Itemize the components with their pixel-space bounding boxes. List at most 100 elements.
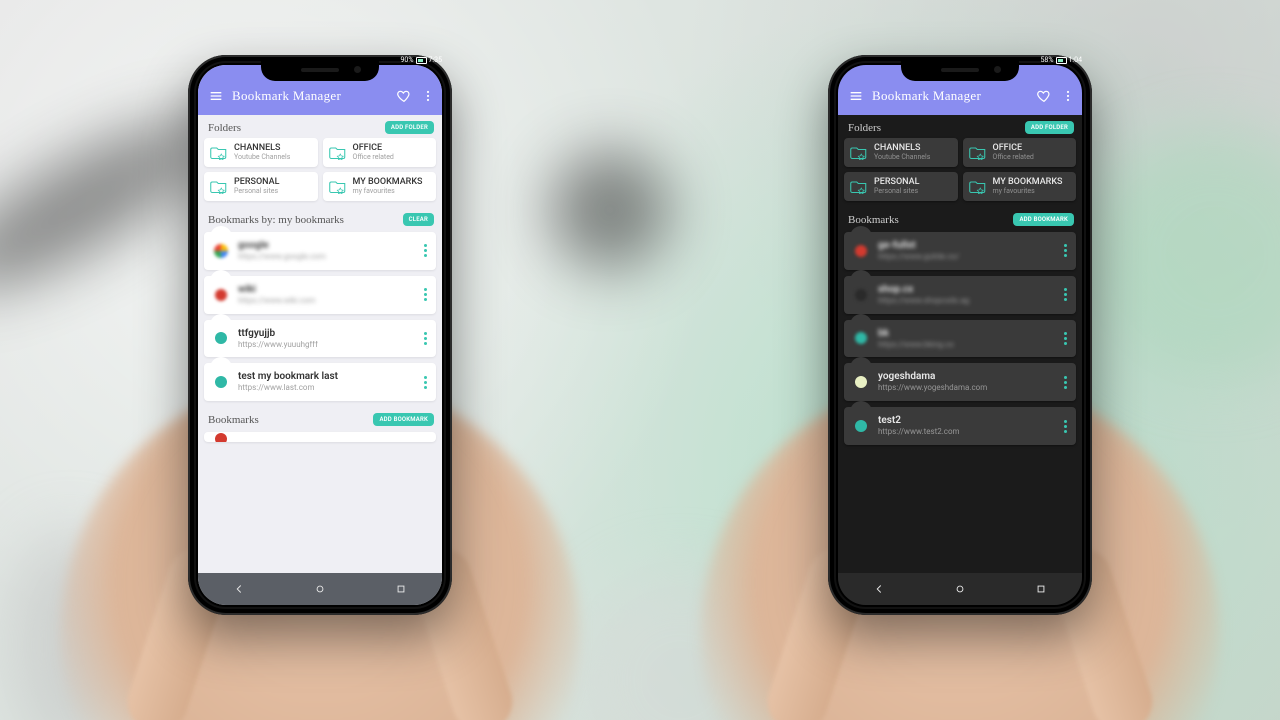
folder-icon [329, 145, 347, 161]
nav-home-icon[interactable] [312, 581, 328, 597]
nav-recent-icon[interactable] [1033, 581, 1049, 597]
folder-title: MY BOOKMARKS [353, 178, 423, 187]
favicon-icon [212, 286, 230, 304]
folder-card[interactable]: OFFICE Office related [963, 138, 1077, 167]
row-more-icon[interactable] [420, 376, 432, 389]
section-head-filtered: Bookmarks by: my bookmarks CLEAR [198, 207, 442, 230]
row-more-icon[interactable] [1060, 420, 1072, 433]
bookmark-title: yogeshdama [878, 371, 1052, 382]
folder-subtitle: Personal sites [234, 188, 279, 195]
folder-card[interactable]: PERSONAL Personal sites [844, 172, 958, 201]
folder-title: OFFICE [353, 144, 394, 153]
bookmark-row[interactable]: shop.cx https://www.shopcxdo.ag [844, 276, 1076, 314]
phone-dark: 58% 1:04 Bookmark Manager [828, 55, 1092, 615]
row-more-icon[interactable] [420, 332, 432, 345]
bookmark-title: wiki [238, 284, 412, 295]
nav-back-icon[interactable] [231, 581, 247, 597]
row-bump [210, 270, 232, 282]
folder-subtitle: Youtube Channels [234, 154, 290, 161]
bookmark-title: test2 [878, 415, 1052, 426]
favicon-icon [852, 286, 870, 304]
menu-icon[interactable] [208, 88, 224, 104]
status-battery-pct: 90% [401, 56, 414, 64]
bookmark-url: https://www.shopcxdo.ag [878, 297, 1052, 306]
phone-light: 90% 7:35 Bookmark Manager [188, 55, 452, 615]
system-navbar [838, 573, 1082, 605]
add-folder-button[interactable]: ADD FOLDER [1025, 121, 1074, 134]
nav-back-icon[interactable] [871, 581, 887, 597]
battery-icon [1056, 57, 1067, 64]
row-more-icon[interactable] [1060, 244, 1072, 257]
status-battery-pct: 58% [1041, 56, 1054, 64]
folder-card[interactable]: PERSONAL Personal sites [204, 172, 318, 201]
app-title: Bookmark Manager [232, 88, 388, 104]
nav-home-icon[interactable] [952, 581, 968, 597]
row-more-icon[interactable] [1060, 332, 1072, 345]
nav-recent-icon[interactable] [393, 581, 409, 597]
row-bump [850, 401, 872, 413]
heart-icon[interactable] [396, 88, 412, 104]
folder-subtitle: Youtube Channels [874, 154, 930, 161]
bookmark-row[interactable]: test2 https://www.test2.com [844, 407, 1076, 445]
folder-card[interactable]: OFFICE Office related [323, 138, 437, 167]
folder-card[interactable]: MY BOOKMARKS my favourites [963, 172, 1077, 201]
folder-subtitle: my favourites [993, 188, 1063, 195]
folder-card[interactable]: CHANNELS Youtube Channels [844, 138, 958, 167]
folder-icon [329, 179, 347, 195]
row-bump [210, 357, 232, 369]
overflow-icon[interactable] [420, 88, 436, 104]
bookmark-url: https://www.gulide.co/ [878, 253, 1052, 262]
row-more-icon[interactable] [420, 244, 432, 257]
bookmark-title: bk [878, 328, 1052, 339]
bookmark-row[interactable]: wiki https://www.wiki.com [204, 276, 436, 314]
folder-icon [850, 145, 868, 161]
folder-card[interactable]: CHANNELS Youtube Channels [204, 138, 318, 167]
heart-icon[interactable] [1036, 88, 1052, 104]
folder-icon [969, 145, 987, 161]
bookmark-url: https://www.yogeshdama.com [878, 384, 1052, 393]
add-bookmark-button[interactable]: ADD BOOKMARK [1013, 213, 1074, 226]
folders-heading: Folders [848, 122, 881, 134]
bookmark-url: https://www.bking.co [878, 341, 1052, 350]
favicon-icon [852, 373, 870, 391]
folder-title: CHANNELS [234, 144, 290, 153]
overflow-icon[interactable] [1060, 88, 1076, 104]
row-bump [850, 357, 872, 369]
row-more-icon[interactable] [1060, 376, 1072, 389]
folder-card[interactable]: MY BOOKMARKS my favourites [323, 172, 437, 201]
bookmark-row-peek[interactable] [204, 432, 436, 442]
row-more-icon[interactable] [1060, 288, 1072, 301]
folder-subtitle: Office related [993, 154, 1034, 161]
bookmark-url: https://www.last.com [238, 384, 412, 393]
system-navbar [198, 573, 442, 605]
folder-icon [210, 179, 228, 195]
folder-subtitle: Office related [353, 154, 394, 161]
bookmark-row[interactable]: yogeshdama https://www.yogeshdama.com [844, 363, 1076, 401]
phone-notch [261, 59, 379, 81]
section-head-folders: Folders ADD FOLDER [198, 115, 442, 138]
bookmark-row[interactable]: test my bookmark last https://www.last.c… [204, 363, 436, 401]
section-head-all: Bookmarks ADD BOOKMARK [198, 407, 442, 430]
status-bar: 90% 7:35 [401, 56, 443, 64]
row-more-icon[interactable] [420, 288, 432, 301]
folder-title: PERSONAL [234, 178, 279, 187]
folder-title: OFFICE [993, 144, 1034, 153]
clear-filter-button[interactable]: CLEAR [403, 213, 434, 226]
menu-icon[interactable] [848, 88, 864, 104]
filtered-heading: Bookmarks by: my bookmarks [208, 214, 344, 226]
bookmark-row[interactable]: ge-fullst https://www.gulide.co/ [844, 232, 1076, 270]
favicon-icon [852, 242, 870, 260]
status-bar: 58% 1:04 [1041, 56, 1083, 64]
battery-icon [416, 57, 427, 64]
bookmark-row[interactable]: google https://www.google.com [204, 232, 436, 270]
folder-title: PERSONAL [874, 178, 919, 187]
row-bump [210, 314, 232, 326]
favicon-icon [852, 329, 870, 347]
bookmark-title: shop.cx [878, 284, 1052, 295]
bookmark-row[interactable]: bk https://www.bking.co [844, 320, 1076, 358]
bookmark-row[interactable]: ttfgyujjb https://www.yuuuhgfff [204, 320, 436, 358]
row-bump [850, 270, 872, 282]
add-folder-button[interactable]: ADD FOLDER [385, 121, 434, 134]
bookmark-title: test my bookmark last [238, 371, 412, 382]
add-bookmark-button[interactable]: ADD BOOKMARK [373, 413, 434, 426]
